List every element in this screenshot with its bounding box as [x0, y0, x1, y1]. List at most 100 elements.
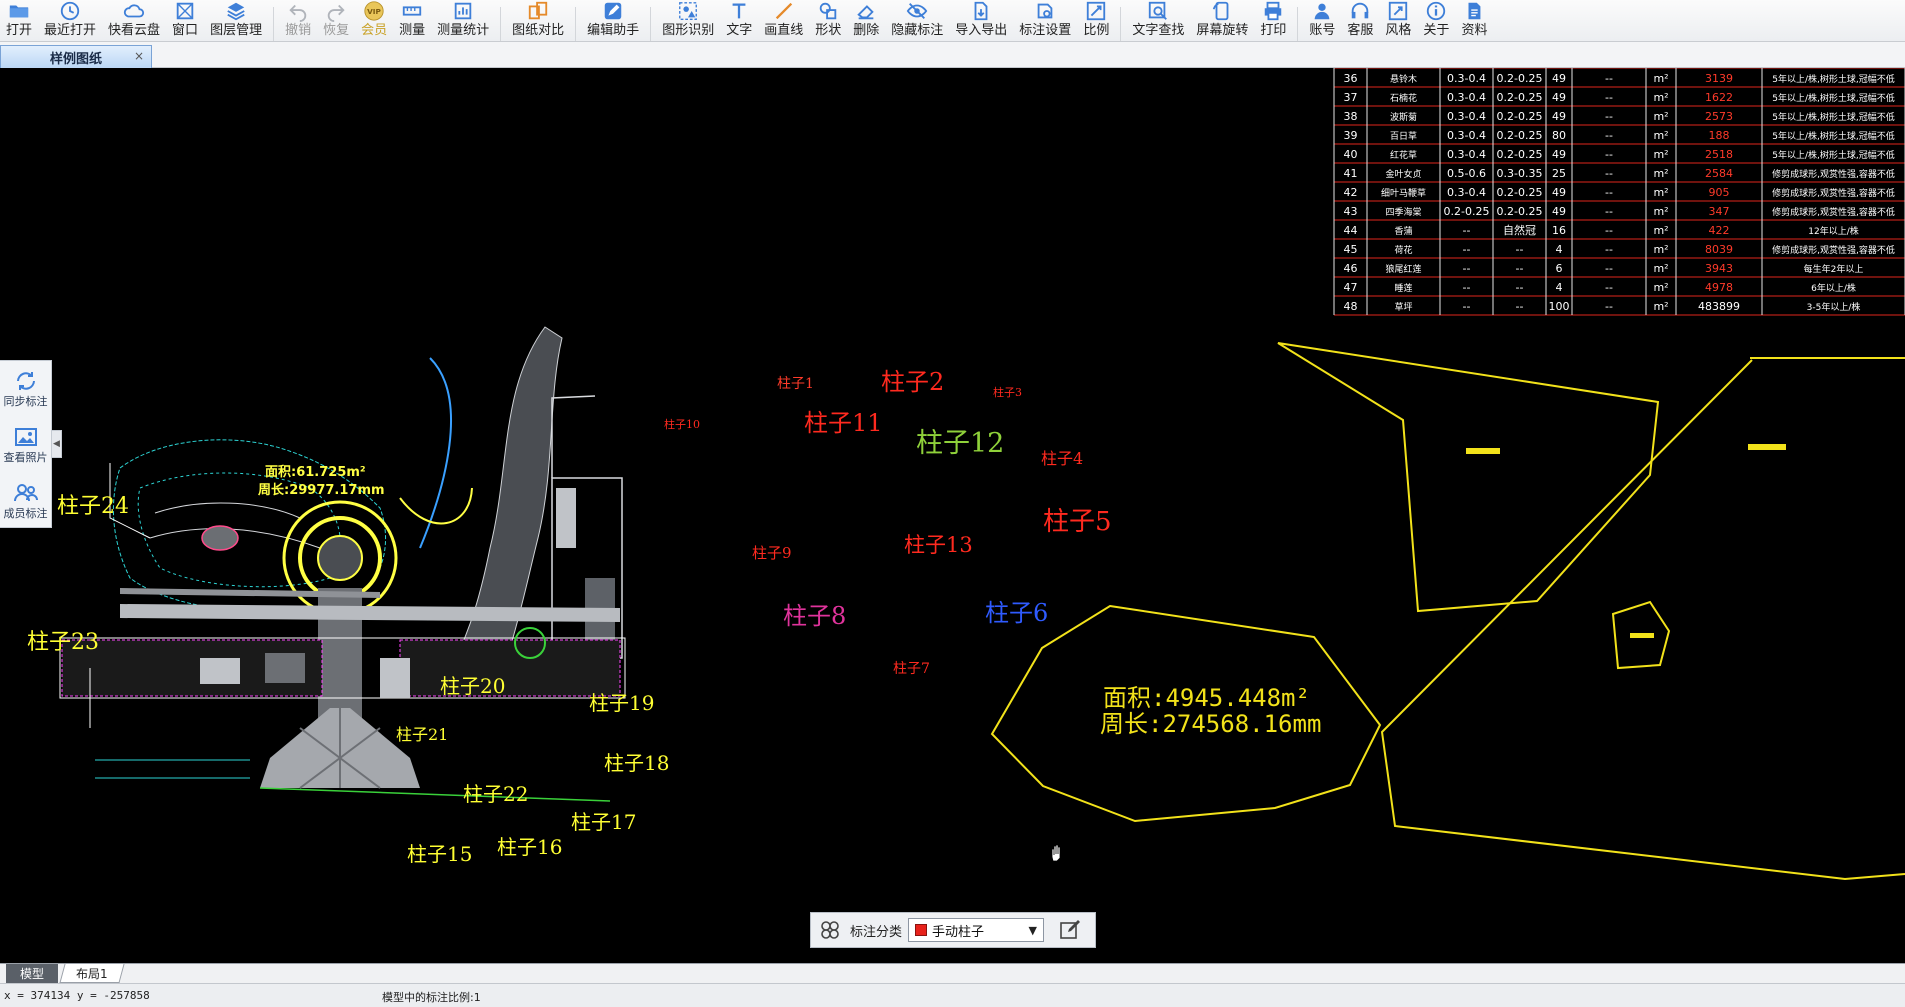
customer-service-button[interactable]: 客服	[1341, 0, 1379, 41]
column-label[interactable]: 柱子20	[440, 674, 505, 698]
column-label[interactable]: 柱子21	[396, 725, 448, 744]
text-search-button[interactable]: 文字查找	[1126, 0, 1190, 41]
table-cell: 波斯菊	[1390, 111, 1417, 123]
area-label-mark	[1466, 448, 1500, 454]
table-cell: 5年以上/株,树形土球,冠幅不低	[1772, 130, 1894, 142]
window-button[interactable]: 窗口	[166, 0, 204, 41]
table-cell: 0.3-0.35	[1497, 167, 1543, 180]
shape-recognition-button[interactable]: 图形识别	[656, 0, 720, 41]
side-panel-collapse-icon[interactable]: ◀	[52, 430, 62, 458]
toolbar-separator	[273, 7, 275, 41]
column-label[interactable]: 柱子12	[916, 428, 1004, 459]
undo-button[interactable]: 撤销	[279, 0, 317, 41]
table-cell: 2573	[1705, 110, 1733, 123]
table-cell: 0.2-0.25	[1497, 91, 1543, 104]
table-cell: 47	[1344, 281, 1358, 294]
style-button[interactable]: 风格	[1379, 0, 1417, 41]
layer-manager-button[interactable]: 图层管理	[204, 0, 268, 41]
column-label[interactable]: 柱子2	[881, 368, 944, 396]
print-button[interactable]: 打印	[1254, 0, 1292, 41]
member-annotations-button[interactable]: 成员标注	[0, 473, 51, 529]
column-label[interactable]: 柱子18	[604, 751, 669, 775]
tab-model[interactable]: 模型	[6, 964, 58, 983]
table-cell: --	[1605, 224, 1613, 237]
shape-tool-button[interactable]: 形状	[809, 0, 847, 41]
column-label[interactable]: 柱子4	[1041, 449, 1083, 468]
scale-button[interactable]: 比例	[1077, 0, 1115, 41]
draw-line-button[interactable]: 画直线	[758, 0, 809, 41]
table-cell: 石楠花	[1390, 92, 1417, 104]
redo-button[interactable]: 恢复	[317, 0, 355, 41]
table-cell: 16	[1552, 224, 1566, 237]
grid-icon[interactable]	[818, 918, 842, 942]
toolbar-separator	[500, 7, 502, 41]
table-cell: m²	[1653, 281, 1668, 294]
column-label[interactable]: 柱子16	[497, 835, 562, 859]
table-cell: m²	[1653, 167, 1668, 180]
column-label[interactable]: 柱子17	[571, 810, 636, 834]
column-label[interactable]: 柱子13	[904, 533, 973, 557]
column-label[interactable]: 柱子10	[664, 417, 700, 431]
sync-annotations-button[interactable]: 同步标注	[0, 361, 51, 417]
vip-member-button[interactable]: VIP 会员	[355, 0, 393, 41]
table-cell: 四季海棠	[1385, 206, 1421, 218]
table-cell: 100	[1549, 300, 1570, 313]
column-label[interactable]: 柱子19	[589, 691, 654, 715]
delete-button[interactable]: 删除	[847, 0, 885, 41]
resources-button[interactable]: 资料	[1455, 0, 1493, 41]
column-label[interactable]: 柱子3	[993, 385, 1022, 399]
table-cell: 25	[1552, 167, 1566, 180]
measure-stats-button[interactable]: 测量统计	[431, 0, 495, 41]
about-button[interactable]: 关于	[1417, 0, 1455, 41]
clock-icon	[60, 1, 80, 21]
column-label[interactable]: 柱子11	[804, 409, 883, 437]
area-annotation-area: 面积:4945.448m²	[1103, 684, 1310, 712]
close-tab-icon[interactable]: ×	[134, 49, 144, 63]
edit-icon[interactable]	[1058, 918, 1082, 942]
building-block	[265, 653, 305, 683]
open-button[interactable]: 打开	[0, 0, 38, 41]
recent-open-button[interactable]: 最近打开	[38, 0, 102, 41]
table-cell: 0.2-0.25	[1444, 205, 1490, 218]
building-block	[200, 658, 240, 684]
edit-assistant-button[interactable]: 编辑助手	[581, 0, 645, 41]
tab-layout1[interactable]: 布局1	[59, 964, 125, 983]
document-tab[interactable]: 样例图纸 ×	[0, 45, 152, 68]
annotation-category-select[interactable]: 手动柱子 ▼	[908, 918, 1045, 942]
annotation-settings-button[interactable]: 标注设置	[1013, 0, 1077, 41]
area-label-mark	[1748, 444, 1786, 450]
drawing-canvas[interactable]: 36 悬铃木 0.3-0.4 0.2-0.25 49 -- m² 3139 5年以上/株,树形土…	[0, 68, 1905, 963]
rotate-screen-button[interactable]: 屏幕旋转	[1190, 0, 1254, 41]
table-cell: 0.3-0.4	[1447, 148, 1486, 161]
view-photos-button[interactable]: 查看照片	[0, 417, 51, 473]
hide-annotations-button[interactable]: 隐藏标注	[885, 0, 949, 41]
table-cell: 2584	[1705, 167, 1733, 180]
table-cell: --	[1605, 243, 1613, 256]
compare-drawings-button[interactable]: 图纸对比	[506, 0, 570, 41]
column-label[interactable]: 柱子15	[407, 842, 472, 866]
table-cell: 0.3-0.4	[1447, 72, 1486, 85]
column-label[interactable]: 柱子1	[777, 376, 814, 392]
import-export-button[interactable]: 导入导出	[949, 0, 1013, 41]
text-tool-button[interactable]: 文字	[720, 0, 758, 41]
column-label[interactable]: 柱子9	[752, 544, 792, 562]
cloud-drive-button[interactable]: 快看云盘	[102, 0, 166, 41]
column-label[interactable]: 柱子23	[27, 630, 99, 655]
measure-button[interactable]: 测量	[393, 0, 431, 41]
table-cell: 6	[1556, 262, 1563, 275]
printer-icon	[1265, 1, 1282, 21]
table-cell: 自然冠	[1503, 223, 1536, 237]
cad-drawing[interactable]: 36 悬铃木 0.3-0.4 0.2-0.25 49 -- m² 3139 5年以上/株,树形土…	[0, 68, 1905, 963]
column-label[interactable]: 柱子22	[463, 782, 528, 806]
column-label[interactable]: 柱子7	[893, 661, 930, 677]
account-button[interactable]: 账号	[1303, 0, 1341, 41]
building-outline	[551, 395, 596, 478]
table-cell: 4978	[1705, 281, 1733, 294]
table-cell: --	[1605, 129, 1613, 142]
column-label[interactable]: 柱子8	[783, 602, 846, 630]
table-cell: 荷花	[1394, 244, 1412, 256]
column-label[interactable]: 柱子5	[1043, 507, 1112, 537]
measure-stats-icon	[454, 2, 472, 20]
column-label[interactable]: 柱子24	[57, 494, 129, 519]
column-label[interactable]: 柱子6	[985, 599, 1048, 627]
